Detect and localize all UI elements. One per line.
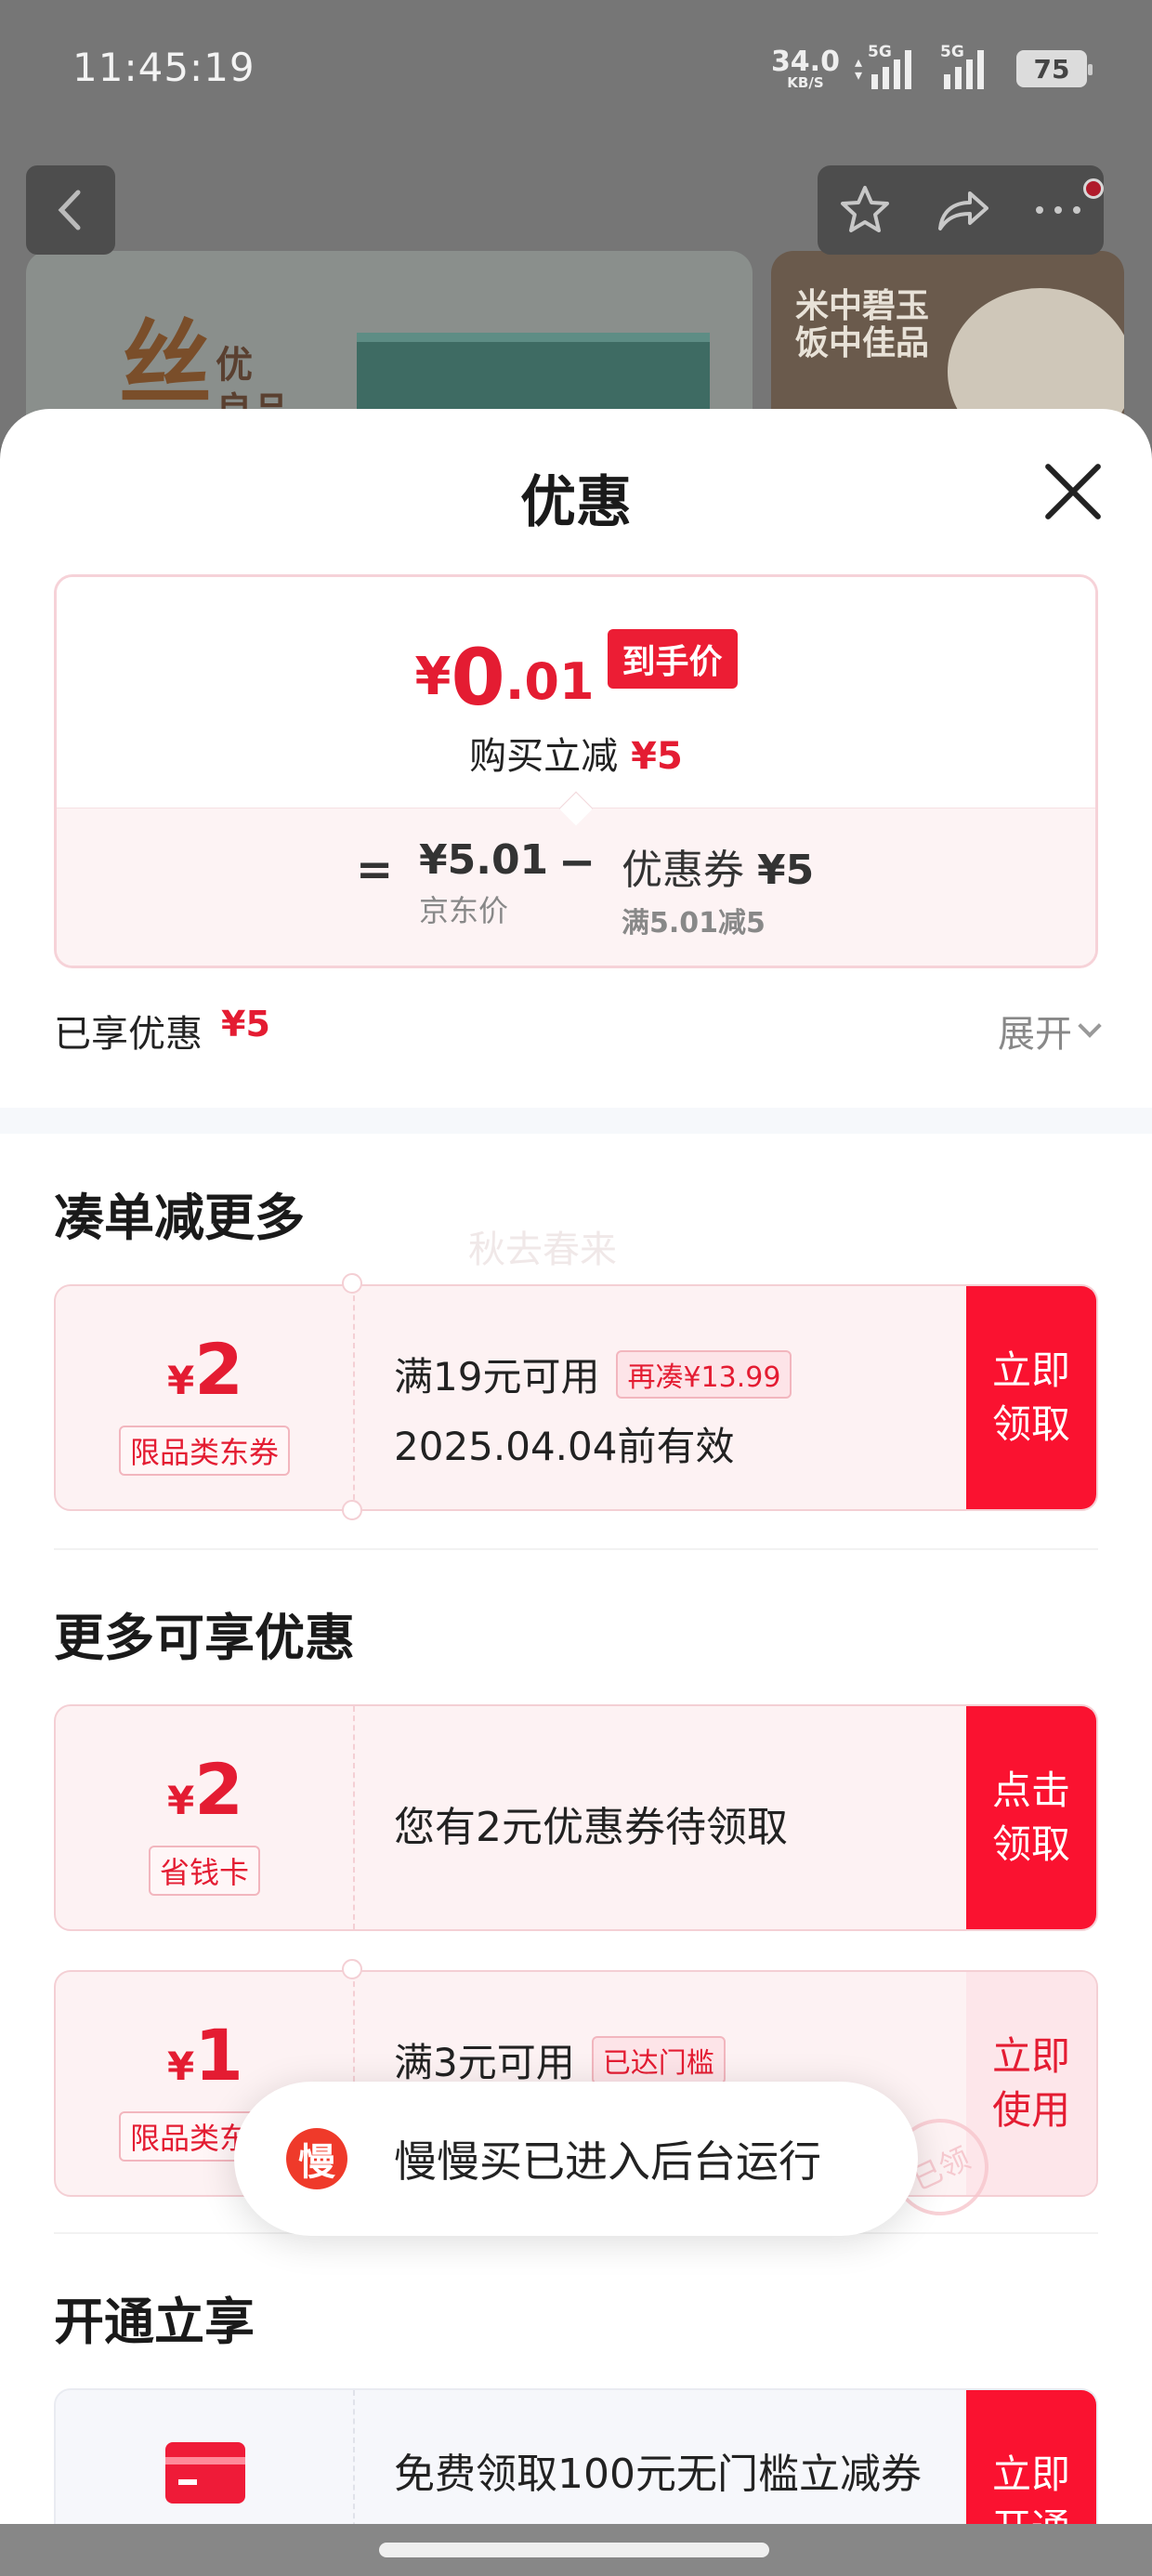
share-icon[interactable] <box>933 182 992 238</box>
status-time: 11:45:19 <box>72 45 255 90</box>
status-indicators: 34.0 KB/S ▴ ▾ 5G 5G 75 <box>770 43 1093 95</box>
final-price-currency: ¥ <box>414 647 452 707</box>
section-title-activate: 开通立享 <box>54 2293 255 2351</box>
status-bar: 11:45:19 34.0 KB/S ▴ ▾ 5G 5G 75 <box>0 0 1152 139</box>
credit-card-icon <box>165 2442 245 2504</box>
final-price-integer: 0 <box>451 632 505 723</box>
background-running-toast: 慢 慢慢买已进入后台运行 <box>234 2082 918 2236</box>
equals-sign: = <box>356 844 394 896</box>
coupon-card-savings: ¥2 省钱卡 您有2元优惠券待领取 点击领取 <box>54 1704 1098 1931</box>
instant-reduce-label: 购买立减 <box>469 735 619 778</box>
coupon-amount: ¥1 <box>166 2014 244 2096</box>
network-speed-value: 34.0 <box>770 45 840 78</box>
expand-button[interactable]: 展开 <box>998 1004 1102 1058</box>
signal-5g-icon: 5G <box>868 43 929 89</box>
expand-label: 展开 <box>998 1013 1072 1056</box>
jd-price-label: 京东价 <box>419 893 509 928</box>
network-speed: 34.0 KB/S <box>770 45 840 91</box>
coupon-amount: ¥2 <box>166 1748 244 1831</box>
signal-5g-icon-2: 5G <box>940 43 1001 89</box>
price-breakdown-card: ¥ 0 .01 到手价 购买立减 ¥5 = ¥5.01 京东价 − 优惠券 ¥5 … <box>54 574 1098 968</box>
coupon-left: ¥2 省钱卡 <box>56 1706 355 1929</box>
sheet-title: 优惠 <box>520 470 632 535</box>
watermark-text: 秋去春来 <box>468 1229 617 1271</box>
coupon-cut-top <box>342 1273 362 1294</box>
final-price-row: ¥ 0 .01 到手价 <box>57 629 1095 716</box>
divider <box>54 1548 1098 1550</box>
coupon-threshold: 满3元可用 <box>394 2040 575 2085</box>
coupon-cut-top <box>342 1959 362 1979</box>
discount-sheet: 优惠 ¥ 0 .01 到手价 购买立减 ¥5 = ¥5.01 京东价 − 优惠券… <box>0 409 1152 2576</box>
banner-left-big-text: 丝 <box>119 309 212 418</box>
toast-message: 慢慢买已进入后台运行 <box>394 2136 821 2187</box>
coupon-deduction-value: ¥5 <box>757 847 815 894</box>
coupon-threshold: 满19元可用 <box>394 1354 600 1400</box>
coupon-left: ¥2 限品类东券 <box>56 1286 355 1509</box>
notification-dot <box>1083 178 1104 199</box>
section-title-more: 更多可享优惠 <box>54 1609 355 1667</box>
section-title-combine: 凑单减更多 <box>54 1189 305 1247</box>
coupon-validity: 2025.04.04前有效 <box>394 1424 735 1469</box>
coupon-type-tag: 省钱卡 <box>148 1846 261 1896</box>
data-arrows-icon: ▴ ▾ <box>854 53 862 84</box>
banner-right-text: 米中碧玉 饭中佳品 <box>795 287 930 362</box>
coupon-shortfall-pill: 再凑¥13.99 <box>616 1349 792 1399</box>
back-button[interactable] <box>26 165 115 255</box>
close-icon[interactable] <box>1039 457 1109 528</box>
top-action-bar <box>818 165 1104 255</box>
coupon-amount: ¥2 <box>166 1328 244 1411</box>
app-logo-icon: 慢 <box>286 2128 347 2189</box>
enjoyed-discount-label: 已享优惠 <box>54 1013 203 1056</box>
activate-description: 免费领取100元无门槛立减券 <box>394 2451 922 2498</box>
minus-sign: − <box>558 836 596 888</box>
enjoyed-discount-row: 已享优惠 ¥5 展开 <box>54 1004 1102 1059</box>
final-price-decimal: .01 <box>504 652 595 711</box>
enjoyed-discount-value: ¥5 <box>221 1004 270 1045</box>
coupon-deduction-label: 优惠券 <box>622 847 744 894</box>
network-speed-unit: KB/S <box>787 73 824 91</box>
claim-coupon-button[interactable]: 立即领取 <box>966 1286 1096 1509</box>
battery-level: 75 <box>1033 53 1070 85</box>
more-icon[interactable] <box>1032 201 1084 219</box>
jd-price: ¥5.01 <box>419 836 549 884</box>
star-icon[interactable] <box>837 182 893 238</box>
claim-savings-button[interactable]: 点击领取 <box>966 1706 1096 1929</box>
coupon-card-combine: ¥2 限品类东券 满19元可用 再凑¥13.99 2025.04.04前有效 立… <box>54 1284 1098 1511</box>
final-price-area: ¥ 0 .01 到手价 购买立减 ¥5 <box>57 577 1095 808</box>
coupon-threshold-pill: 已达门槛 <box>591 2035 726 2084</box>
coupon-type-tag: 限品类东券 <box>118 1426 291 1476</box>
battery-icon: 75 <box>1016 50 1093 87</box>
coupon-description: 您有2元优惠券待领取 <box>394 1804 788 1851</box>
chevron-down-icon <box>1078 1014 1102 1038</box>
instant-reduce-amount: ¥5 <box>631 735 683 778</box>
section-separator <box>0 1108 1152 1134</box>
back-arrow-icon <box>58 190 81 230</box>
jd-price-block: ¥5.01 京东价 <box>419 836 548 930</box>
price-formula-area: = ¥5.01 京东价 − 优惠券 ¥5 满5.01减5 <box>57 808 1095 966</box>
final-price-badge: 到手价 <box>607 629 738 689</box>
coupon-details: 满3元可用 已达门槛 <box>394 2031 948 2088</box>
coupon-deduction-rule: 满5.01减5 <box>622 907 766 940</box>
coupon-deduction-block: 优惠券 ¥5 满5.01减5 <box>622 836 814 940</box>
instant-reduce-row: 购买立减 ¥5 <box>57 726 1095 780</box>
home-indicator[interactable] <box>379 2543 769 2557</box>
coupon-cut-bottom <box>342 1500 362 1520</box>
coupon-details: 满19元可用 再凑¥13.99 2025.04.04前有效 <box>394 1346 948 1472</box>
